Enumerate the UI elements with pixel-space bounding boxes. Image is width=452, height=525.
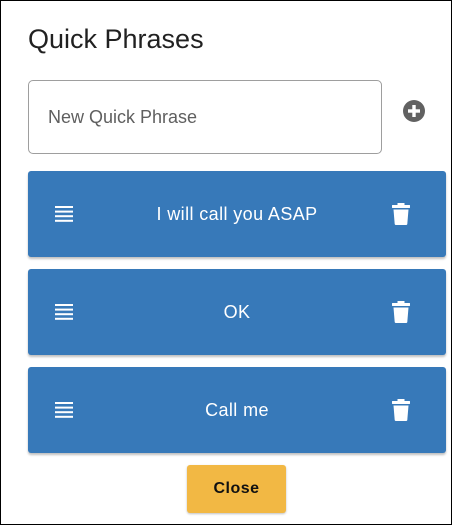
quick-phrases-dialog: Quick Phrases I will call you ASAP	[0, 0, 452, 525]
phrase-label: I will call you ASAP	[156, 204, 318, 224]
new-phrase-field[interactable]	[28, 80, 382, 154]
drag-handle-icon[interactable]	[55, 304, 73, 320]
plus-circle-icon[interactable]	[402, 99, 426, 123]
close-button[interactable]: Close	[187, 465, 286, 513]
drag-handle-icon[interactable]	[55, 402, 73, 418]
phrase-item[interactable]: OK	[28, 269, 446, 355]
phrase-item[interactable]: Call me	[28, 367, 446, 453]
drag-handle-icon[interactable]	[55, 206, 73, 222]
trash-icon[interactable]	[392, 301, 410, 323]
trash-icon[interactable]	[392, 203, 410, 225]
phrase-label: Call me	[205, 400, 269, 420]
phrase-item[interactable]: I will call you ASAP	[28, 171, 446, 257]
trash-icon[interactable]	[392, 399, 410, 421]
phrase-list: I will call you ASAP OK Call me	[28, 171, 446, 465]
dialog-title: Quick Phrases	[28, 24, 204, 54]
new-phrase-input[interactable]	[29, 81, 381, 153]
phrase-label: OK	[223, 302, 251, 322]
